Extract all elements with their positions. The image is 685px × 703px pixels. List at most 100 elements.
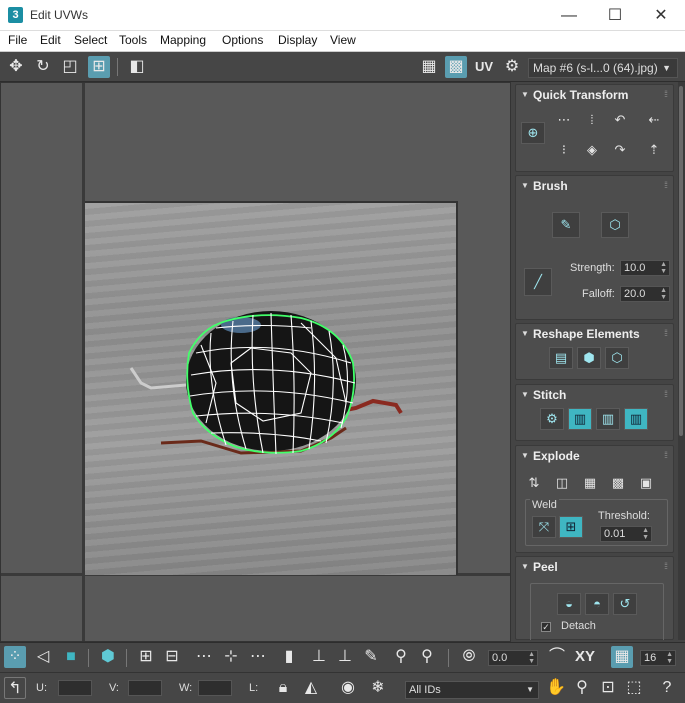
show-hide-icon[interactable]: ◉	[337, 677, 359, 699]
menu-mapping[interactable]: Mapping	[160, 33, 206, 47]
stitch-custom-icon[interactable]: ⚙	[540, 408, 564, 430]
flatten-by-smoothing-icon[interactable]: ▩	[606, 472, 630, 494]
unpin-icon[interactable]: ⊥	[334, 646, 356, 668]
polygon-mode-icon[interactable]: ■	[60, 646, 82, 668]
uv-space-toggle[interactable]: UV	[473, 56, 495, 78]
xy-toggle[interactable]: XY	[574, 646, 596, 668]
edge-mode-icon[interactable]: ◁	[32, 646, 54, 668]
set-pivot-icon[interactable]: ⊕	[521, 122, 545, 144]
paint-select-icon[interactable]: ⚲	[390, 646, 412, 668]
edge-loop-icon[interactable]: ⋯	[193, 646, 215, 668]
zoom-region-icon[interactable]: ⊡	[597, 677, 619, 699]
zoom-icon[interactable]: ⚲	[571, 677, 593, 699]
weld-selected-icon[interactable]: ⊞	[559, 516, 583, 538]
angle-spinner[interactable]: 0.0 ▲ ▼	[488, 650, 538, 666]
menu-file[interactable]: File	[8, 33, 27, 47]
falloff-curve-icon[interactable]: ╱	[524, 268, 552, 296]
pin-icon[interactable]: ⊥	[308, 646, 330, 668]
point-to-point-icon[interactable]: ▮	[278, 646, 300, 668]
menu-options[interactable]: Options	[222, 33, 263, 47]
threshold-spinner[interactable]: 0.01 ▲ ▼	[600, 526, 652, 542]
maximize-button[interactable]: ☐	[592, 0, 638, 31]
v-field[interactable]	[128, 680, 162, 696]
relax-until-flat-icon[interactable]: ⬢	[577, 347, 601, 369]
panel-scrollbar[interactable]	[678, 82, 685, 640]
mirror-icon[interactable]: ◧	[126, 56, 148, 78]
close-button[interactable]: ✕	[638, 0, 684, 31]
detach-checkbox[interactable]: ✓	[541, 622, 551, 632]
space-grid-icon[interactable]: ◈	[580, 139, 604, 161]
grid-spinner[interactable]: 16 ▲ ▼	[640, 650, 676, 666]
strength-value: 10.0	[624, 262, 646, 274]
rotate-icon[interactable]: ↻	[32, 56, 54, 78]
menu-display[interactable]: Display	[278, 33, 317, 47]
mirror-vertical-icon[interactable]: ⇡	[642, 139, 666, 161]
menu-tools[interactable]: Tools	[119, 33, 147, 47]
shrink-selection-icon[interactable]: ⊟	[161, 646, 183, 668]
quick-peel-icon[interactable]: ◒	[557, 593, 581, 615]
vertex-mode-icon[interactable]: ⁘	[4, 646, 26, 668]
checker-pattern-icon[interactable]: ▦	[418, 56, 440, 78]
menu-view[interactable]: View	[330, 33, 356, 47]
break-icon[interactable]: ⇅	[522, 472, 546, 494]
stitch-to-target-icon[interactable]: ▥	[568, 408, 592, 430]
edge-step-icon[interactable]: ⋯	[247, 646, 269, 668]
reset-peel-icon[interactable]: ↺	[613, 593, 637, 615]
pan-icon[interactable]: ✋	[545, 677, 567, 699]
rollout-header[interactable]: ▼ Quick Transform ⁞⁞	[516, 85, 673, 105]
rollout-header[interactable]: ▼ Stitch ⁞⁞	[516, 385, 673, 405]
scrollbar-thumb[interactable]	[679, 86, 683, 436]
weld-target-icon[interactable]: ⤧	[532, 516, 556, 538]
paint-move-icon[interactable]: ✎	[552, 212, 580, 238]
uv-editor-viewport[interactable]	[0, 82, 511, 642]
lock-icon[interactable]: 🔒︎	[272, 677, 294, 699]
zoom-extents-icon[interactable]: ⬚	[623, 677, 645, 699]
element-mode-icon[interactable]: ⬢	[97, 646, 119, 668]
rotate-ccw-icon[interactable]: ↶	[608, 109, 632, 131]
transform-gizmo-icon[interactable]: ↰	[4, 677, 26, 699]
rollout-header[interactable]: ▼ Reshape Elements ⁞⁞	[516, 324, 673, 344]
straighten-selection-icon[interactable]: ▤	[549, 347, 573, 369]
align-horizontal-icon[interactable]: ⋯	[552, 109, 576, 131]
peel-mode-icon[interactable]: ◓	[585, 593, 609, 615]
w-field[interactable]	[198, 680, 232, 696]
menu-select[interactable]: Select	[74, 33, 107, 47]
edge-ring-icon[interactable]: ⊹	[220, 646, 242, 668]
stitch-average-icon[interactable]: ▥	[596, 408, 620, 430]
falloff-spinner[interactable]: 20.0 ▲ ▼	[620, 286, 670, 302]
rotate-cw-icon[interactable]: ↷	[608, 139, 632, 161]
stitch-to-source-icon[interactable]: ▥	[624, 408, 648, 430]
freeform-mode-icon[interactable]: ⊞	[88, 56, 110, 78]
relax-brush-icon[interactable]: ⬡	[601, 212, 629, 238]
align-vertical-icon[interactable]: ⁝	[552, 139, 576, 161]
brush-select-icon[interactable]: ✎	[360, 646, 382, 668]
paint-deselect-icon[interactable]: ⚲	[416, 646, 438, 668]
flatten-by-polygon-icon[interactable]: ▦	[578, 472, 602, 494]
angle-snap-icon[interactable]: ⦾	[458, 646, 480, 668]
material-id-dropdown[interactable]: All IDs ▼	[405, 681, 539, 699]
rollout-header[interactable]: ▼ Peel ⁞⁞	[516, 557, 673, 577]
hide-icon[interactable]: ◭	[300, 677, 322, 699]
rollout-header[interactable]: ▼ Brush ⁞⁞	[516, 176, 673, 196]
show-map-icon[interactable]: ▩	[445, 56, 467, 78]
map-settings-icon[interactable]: ⚙	[501, 56, 523, 78]
relax-icon[interactable]: ⬡	[605, 347, 629, 369]
help-icon[interactable]: ?	[656, 677, 678, 699]
detach-edge-verts-icon[interactable]: ◫	[550, 472, 574, 494]
scale-icon[interactable]: ◰	[59, 56, 81, 78]
map-select-dropdown[interactable]: Map #6 (s-l...0 (64).jpg) ▼	[528, 58, 678, 78]
mirror-horizontal-icon[interactable]: ⇠	[642, 109, 666, 131]
grow-selection-icon[interactable]: ⊞	[135, 646, 157, 668]
space-vertical-icon[interactable]: ⦙	[580, 109, 604, 131]
u-field[interactable]	[58, 680, 92, 696]
rollout-header[interactable]: ▼ Explode ⁞⁞	[516, 446, 673, 466]
menu-edit[interactable]: Edit	[40, 33, 61, 47]
rollout-title: Explode	[533, 449, 580, 463]
grid-snap-icon[interactable]: ▦	[611, 646, 633, 668]
minimize-button[interactable]: —	[546, 0, 592, 31]
flatten-by-material-icon[interactable]: ▣	[634, 472, 658, 494]
rotate-arc-icon[interactable]: ⌒	[546, 646, 568, 668]
move-icon[interactable]: ✥	[5, 56, 27, 78]
strength-spinner[interactable]: 10.0 ▲ ▼	[620, 260, 670, 276]
freeze-icon[interactable]: ❄	[367, 677, 389, 699]
